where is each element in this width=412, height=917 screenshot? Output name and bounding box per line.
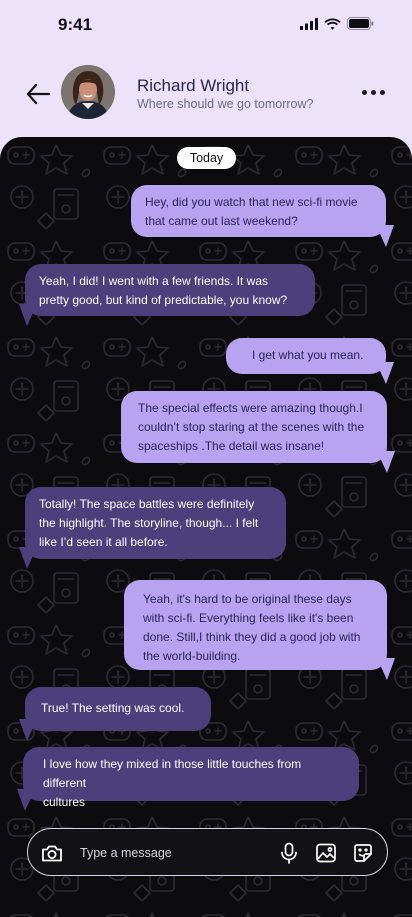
message-text-line: the highlight. The storyline, though... …	[39, 516, 259, 530]
message-text-line: done. Still,I think they did a good job …	[143, 630, 361, 644]
message-text-line: with sci-fi. Everything feels like it's …	[143, 611, 354, 625]
status-bar: 9:41	[0, 0, 412, 50]
microphone-icon	[281, 842, 297, 864]
gallery-button[interactable]	[315, 842, 337, 864]
more-horizontal-icon	[362, 90, 367, 95]
microphone-button[interactable]	[278, 842, 300, 864]
message-text-line: like I’d seen it all before.	[39, 535, 168, 549]
back-button[interactable]	[24, 80, 52, 108]
message-text-line: the world-building.	[143, 649, 241, 663]
message-bubble-incoming[interactable]: I love how they mixed in those little to…	[23, 747, 359, 809]
camera-icon	[42, 845, 62, 862]
message-bubble-incoming[interactable]: True! The setting was cool.	[25, 687, 211, 731]
date-separator: Today	[177, 147, 236, 169]
message-text-line: that came out last weekend?	[145, 214, 298, 228]
message-text-line: I love how they mixed in those little to…	[43, 757, 302, 790]
image-icon	[316, 843, 336, 863]
sticker-button[interactable]	[352, 842, 374, 864]
message-text-line: Totally! The space battles were definite…	[39, 497, 255, 511]
message-text-line: I get what you mean.	[252, 348, 364, 362]
avatar-photo	[61, 65, 115, 119]
message-text-line: Yeah, I did! I went with a few friends. …	[39, 274, 269, 288]
message-text-line: couldn’t stop staring at the scenes with…	[138, 420, 365, 434]
chat-area[interactable]: Today Hey, did you watch that new sci-fi…	[0, 137, 412, 917]
status-time: 9:41	[58, 15, 93, 34]
message-bubble-outgoing[interactable]: Hey, did you watch that new sci-fi movie…	[131, 185, 386, 237]
sticker-icon	[354, 844, 372, 862]
message-text-line: spaceships .The detail was insane!	[138, 439, 325, 453]
message-text-line: Yeah, it's hard to be original these day…	[143, 592, 352, 606]
status-icons	[300, 17, 374, 30]
message-bubble-incoming[interactable]: Yeah, I did! I went with a few friends. …	[25, 264, 315, 316]
arrow-left-icon	[26, 83, 51, 105]
cellular-signal-icon	[300, 17, 318, 30]
message-bubble-outgoing[interactable]: I get what you mean.	[226, 338, 386, 374]
contact-last-message: Where should we go tomorrow?	[137, 97, 314, 111]
message-text-line: pretty good, but kind of predictable, yo…	[39, 293, 288, 307]
battery-icon	[347, 17, 374, 30]
wifi-icon	[324, 18, 341, 30]
camera-button[interactable]	[41, 842, 63, 864]
message-text-line: Hey, did you watch that new sci-fi movie	[145, 195, 358, 209]
message-text-line: cultures	[43, 795, 86, 809]
chat-header: Richard Wright Where should we go tomorr…	[0, 52, 412, 138]
message-input[interactable]	[80, 841, 260, 865]
message-text-line: The special effects were amazing though.…	[138, 401, 363, 415]
more-options-button[interactable]	[362, 90, 386, 100]
message-text-line: True! The setting was cool.	[41, 701, 185, 715]
message-bubble-outgoing[interactable]: The special effects were amazing though.…	[121, 391, 387, 463]
message-composer	[27, 828, 388, 876]
message-bubble-outgoing[interactable]: Yeah, it's hard to be original these day…	[124, 580, 387, 670]
message-bubble-incoming[interactable]: Totally! The space battles were definite…	[25, 487, 286, 559]
avatar[interactable]	[61, 65, 115, 119]
contact-name[interactable]: Richard Wright	[137, 76, 249, 96]
